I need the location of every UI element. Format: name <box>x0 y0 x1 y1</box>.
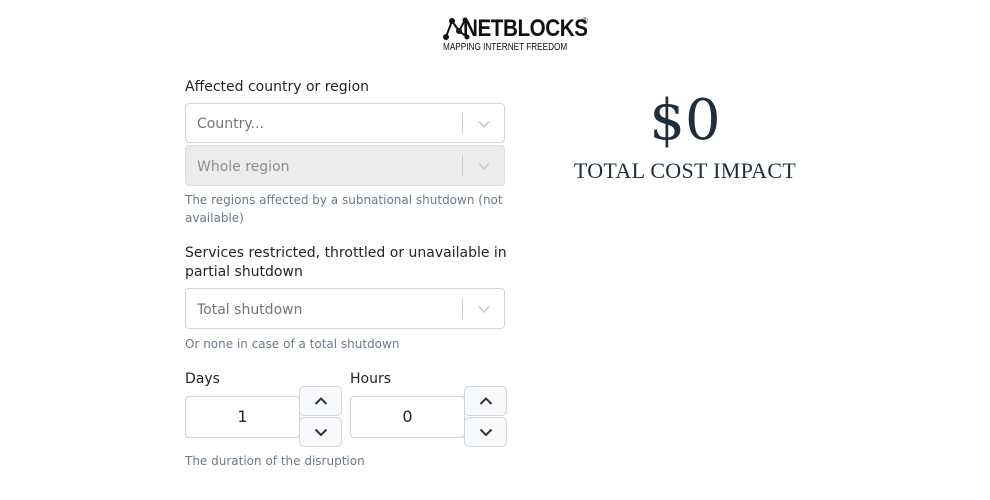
chevron-down-icon <box>314 428 328 437</box>
services-help-text: Or none in case of a total shutdown <box>185 337 400 351</box>
days-increment-button[interactable] <box>299 386 342 416</box>
country-select-placeholder: Country... <box>197 116 264 132</box>
chevron-down-icon <box>478 163 490 170</box>
chevron-up-icon <box>479 397 493 405</box>
logo-wordmark: NETBLOCKS <box>463 15 588 42</box>
logo-tagline: MAPPING INTERNET FREEDOM <box>443 42 568 53</box>
chevron-up-icon <box>314 397 328 405</box>
services-field-label: Services restricted, throttled or unavai… <box>185 245 507 280</box>
days-input[interactable]: 1 <box>185 396 300 438</box>
hours-label: Hours <box>350 371 392 387</box>
total-cost-label: TOTAL COST IMPACT <box>573 158 797 183</box>
country-select[interactable]: Country... <box>185 103 505 143</box>
days-label: Days <box>185 371 220 387</box>
chevron-down-icon <box>479 428 493 437</box>
duration-help-text: The duration of the disruption <box>185 454 365 468</box>
netblocks-logo[interactable]: NETBLOCKS ® MAPPING INTERNET FREEDOM <box>443 15 593 57</box>
country-field-label: Affected country or region <box>185 79 370 95</box>
region-help-text: The regions affected by a subnational sh… <box>185 193 503 225</box>
total-cost-amount: $0 <box>649 88 721 153</box>
hours-input[interactable]: 0 <box>350 396 465 438</box>
registered-mark: ® <box>582 16 588 25</box>
chevron-down-icon[interactable] <box>475 115 493 133</box>
select-separator <box>462 298 463 319</box>
services-select[interactable]: Total shutdown <box>185 288 505 329</box>
select-separator <box>462 113 463 134</box>
days-decrement-button[interactable] <box>299 417 342 447</box>
select-separator <box>462 155 463 176</box>
chevron-down-icon[interactable] <box>475 300 493 318</box>
hours-decrement-button[interactable] <box>464 417 507 447</box>
region-select: Whole region <box>185 145 505 186</box>
hours-increment-button[interactable] <box>464 386 507 416</box>
region-select-placeholder: Whole region <box>197 159 290 175</box>
services-select-placeholder: Total shutdown <box>197 302 303 318</box>
